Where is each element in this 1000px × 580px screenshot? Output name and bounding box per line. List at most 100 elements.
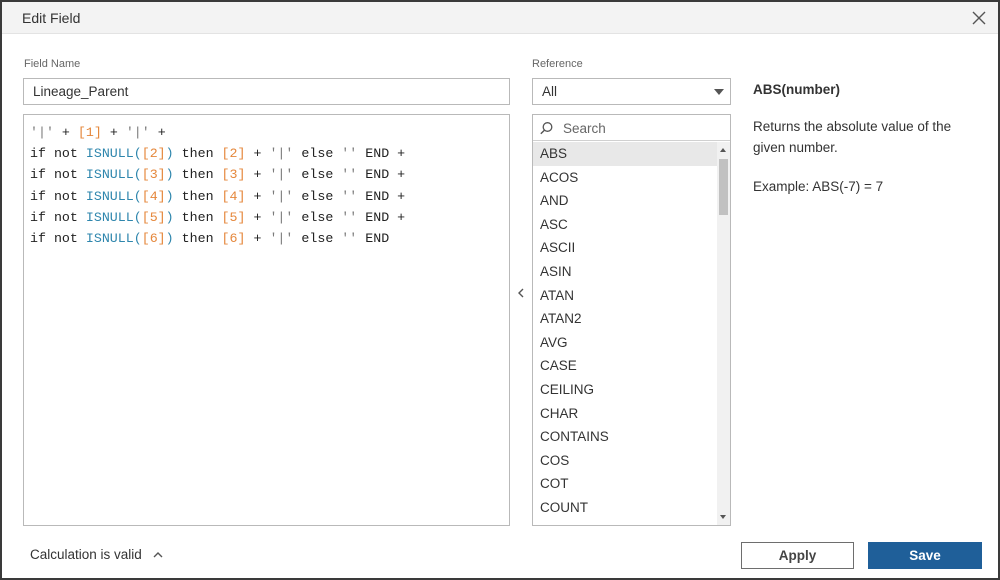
code-token-kw: END + bbox=[357, 209, 406, 225]
reference-selected-value: All bbox=[542, 84, 558, 99]
function-list-item[interactable]: AND bbox=[533, 189, 717, 213]
code-token-kw: + bbox=[149, 125, 166, 140]
code-token-kw: + bbox=[53, 125, 78, 140]
scrollbar-thumb[interactable] bbox=[719, 159, 728, 215]
code-token-field: [2] bbox=[141, 146, 166, 162]
help-function-title: ABS(number) bbox=[753, 82, 840, 97]
code-token-field: [2] bbox=[221, 146, 246, 162]
code-token-kw: if not bbox=[30, 188, 86, 204]
search-icon bbox=[540, 122, 553, 135]
code-token-str: '' bbox=[341, 209, 358, 225]
code-token-field: [4] bbox=[141, 188, 166, 204]
field-name-input[interactable] bbox=[23, 78, 510, 105]
code-token-str: '|' bbox=[125, 125, 150, 140]
code-token-fn: ) bbox=[165, 209, 174, 225]
code-token-kw: else bbox=[293, 188, 342, 204]
function-list-item[interactable]: ASIN bbox=[533, 260, 717, 284]
code-token-str: '|' bbox=[269, 230, 294, 246]
code-token-field: [3] bbox=[141, 167, 166, 183]
code-token-fn: ) bbox=[165, 188, 174, 204]
code-token-kw: + bbox=[101, 125, 126, 140]
function-list-item[interactable]: ASC bbox=[533, 213, 717, 237]
function-list-item[interactable]: COUNTD bbox=[533, 520, 717, 526]
code-token-fn: ISNULL( bbox=[85, 146, 142, 162]
code-token-kw: END bbox=[357, 230, 390, 246]
code-token-fn: ISNULL( bbox=[85, 167, 142, 183]
code-token-field: [1] bbox=[77, 125, 102, 140]
function-list: ABS ACOS AND ASC ASCII ASIN ATAN ATAN2 AVG CASE CE… bbox=[533, 142, 717, 525]
function-list-item[interactable]: COS bbox=[533, 449, 717, 473]
chevron-up-icon bbox=[153, 552, 163, 558]
save-button[interactable]: Save bbox=[868, 542, 982, 569]
code-token-kw: + bbox=[245, 209, 270, 225]
code-token-fn: ISNULL( bbox=[85, 188, 142, 204]
code-token-fn: ISNULL( bbox=[85, 230, 142, 246]
code-token-fn: ISNULL( bbox=[85, 209, 142, 225]
reference-category-select[interactable]: All bbox=[532, 78, 731, 105]
code-token-kw: else bbox=[293, 146, 342, 162]
code-token-str: '|' bbox=[269, 146, 294, 162]
dialog-title: Edit Field bbox=[22, 10, 81, 26]
code-token-str: '' bbox=[341, 230, 358, 246]
collapse-reference-icon[interactable] bbox=[514, 285, 528, 301]
code-token-kw: else bbox=[293, 209, 342, 225]
function-list-scrollbar[interactable] bbox=[717, 142, 730, 525]
function-list-item[interactable]: ABS bbox=[533, 142, 717, 166]
code-token-kw: + bbox=[245, 230, 270, 246]
code-line: if not ISNULL([3]) then [3] + '|' else '… bbox=[30, 164, 503, 185]
code-token-kw: then bbox=[173, 167, 222, 183]
function-search-input[interactable] bbox=[563, 118, 723, 138]
chevron-down-icon bbox=[714, 89, 724, 95]
code-token-kw: if not bbox=[30, 167, 86, 183]
function-list-item[interactable]: COT bbox=[533, 472, 717, 496]
code-token-kw: END + bbox=[357, 167, 406, 183]
function-list-item[interactable]: ATAN2 bbox=[533, 307, 717, 331]
function-list-item[interactable]: ATAN bbox=[533, 284, 717, 308]
code-token-kw: else bbox=[293, 230, 342, 246]
code-token-kw: else bbox=[293, 167, 342, 183]
code-token-str: '' bbox=[341, 146, 358, 162]
calculation-status-text: Calculation is valid bbox=[30, 547, 142, 562]
calculation-status[interactable]: Calculation is valid bbox=[30, 547, 164, 562]
help-example: Example: ABS(-7) = 7 bbox=[753, 179, 884, 194]
code-line: if not ISNULL([2]) then [2] + '|' else '… bbox=[30, 143, 503, 164]
code-token-kw: then bbox=[173, 230, 222, 246]
function-list-item[interactable]: ACOS bbox=[533, 166, 717, 190]
code-token-kw: END + bbox=[357, 146, 406, 162]
code-token-str: '|' bbox=[269, 188, 294, 204]
code-token-str: '|' bbox=[269, 209, 294, 225]
function-list-item[interactable]: CHAR bbox=[533, 402, 717, 426]
scroll-up-icon[interactable] bbox=[720, 148, 726, 152]
scroll-down-icon[interactable] bbox=[720, 515, 726, 519]
code-token-field: [5] bbox=[141, 209, 166, 225]
code-token-kw: + bbox=[245, 146, 270, 162]
code-token-kw: if not bbox=[30, 230, 86, 246]
edit-field-dialog: Edit Field Field Name '|' + [1] + '|' +i… bbox=[0, 0, 1000, 580]
function-list-item[interactable]: CEILING bbox=[533, 378, 717, 402]
code-line: '|' + [1] + '|' + bbox=[30, 122, 503, 143]
calculation-editor[interactable]: '|' + [1] + '|' + if not ISNULL([2]) then… bbox=[23, 114, 510, 526]
function-list-item[interactable]: AVG bbox=[533, 331, 717, 355]
function-list-item[interactable]: COUNT bbox=[533, 496, 717, 520]
code-token-str: '|' bbox=[30, 125, 54, 140]
code-token-field: [3] bbox=[221, 167, 246, 183]
code-token-kw: then bbox=[173, 209, 222, 225]
function-list-item[interactable]: ASCII bbox=[533, 236, 717, 260]
reference-label: Reference bbox=[532, 58, 583, 70]
code-line: if not ISNULL([6]) then [6] + '|' else '… bbox=[30, 228, 503, 249]
function-list-panel: ABSACOSANDASCASCIIASINATANATAN2AVGCASECE… bbox=[532, 114, 731, 526]
code-token-kw: + bbox=[245, 188, 270, 204]
code-token-str: '' bbox=[341, 167, 358, 183]
code-token-kw: then bbox=[173, 188, 222, 204]
code-token-kw: END + bbox=[357, 188, 406, 204]
code-token-str: '' bbox=[341, 188, 358, 204]
function-list-item[interactable]: CASE bbox=[533, 354, 717, 378]
help-description: Returns the absolute value of the given … bbox=[753, 119, 952, 155]
code-token-field: [5] bbox=[221, 209, 246, 225]
close-icon[interactable] bbox=[968, 7, 990, 29]
function-list-item[interactable]: CONTAINS bbox=[533, 425, 717, 449]
code-line: if not ISNULL([4]) then [4] + '|' else '… bbox=[30, 186, 503, 207]
code-token-fn: ) bbox=[165, 230, 174, 246]
code-token-field: [6] bbox=[221, 230, 246, 246]
apply-button[interactable]: Apply bbox=[741, 542, 854, 569]
